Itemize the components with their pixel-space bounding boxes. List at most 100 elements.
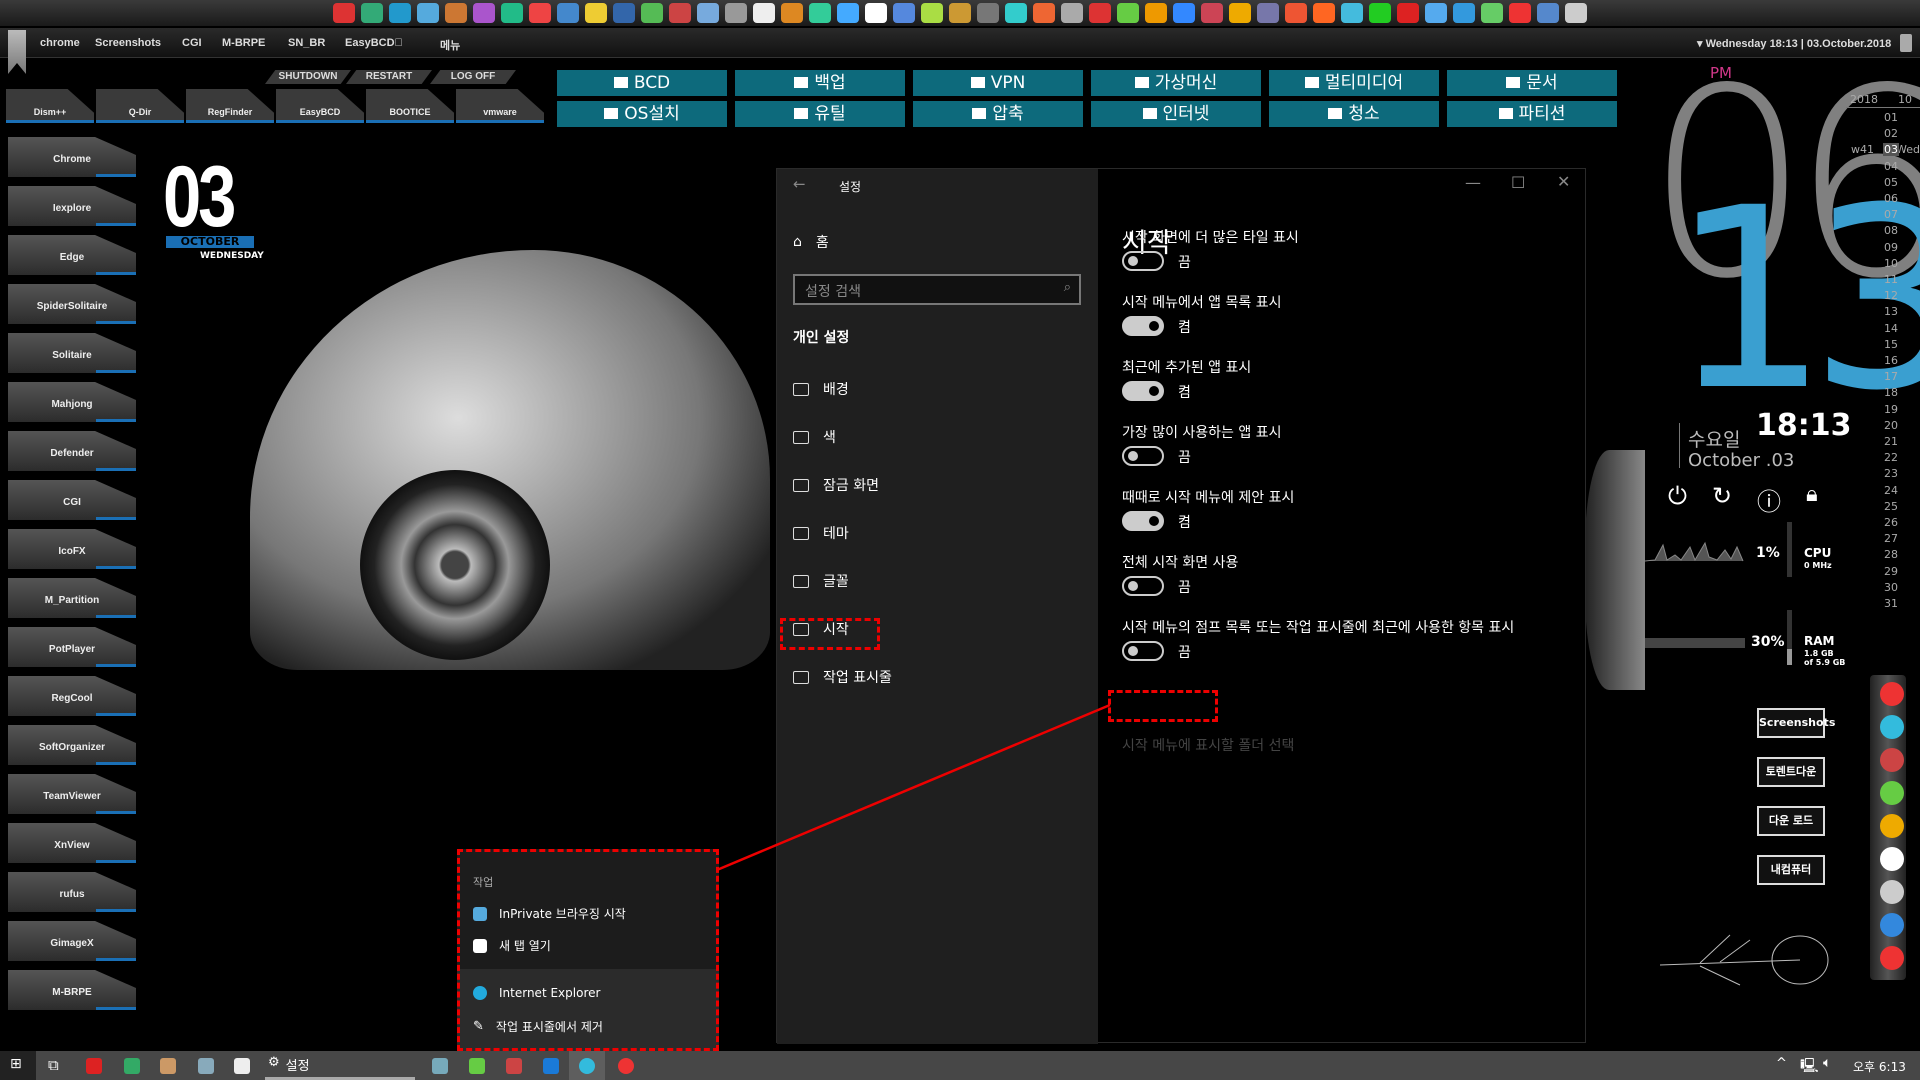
taskbar-settings[interactable]: ⚙ 설정 bbox=[268, 1055, 310, 1074]
calendar-day: 11 bbox=[1884, 273, 1898, 286]
folder-button[interactable]: 파티션 bbox=[1447, 101, 1617, 127]
calendar-day: 04 bbox=[1884, 159, 1898, 173]
folder-button[interactable]: 청소 bbox=[1269, 101, 1439, 127]
divider bbox=[1846, 107, 1920, 108]
taskbar: ⊞ ⧉ ⚙ 설정 ^ 🖳︎ 🔈︎ 오후 6:13 bbox=[0, 1051, 1920, 1080]
lock-icon[interactable]: 🔒︎ bbox=[1806, 482, 1818, 507]
calendar-day: 15 bbox=[1884, 337, 1898, 351]
edge-icon[interactable] bbox=[543, 1058, 559, 1074]
calendar-day: 24 bbox=[1884, 483, 1898, 497]
dock-app-icon[interactable] bbox=[1880, 682, 1904, 706]
folder-shortcut[interactable]: 다운 로드 bbox=[1757, 806, 1825, 836]
calendar-day: 21 bbox=[1884, 435, 1898, 448]
power-icon[interactable]: ⏻ bbox=[1668, 482, 1687, 510]
calendar-day: 08 bbox=[1884, 224, 1898, 238]
ram-used: 1.8 GB bbox=[1804, 649, 1834, 658]
calendar-day: 13 bbox=[1884, 305, 1898, 319]
app-icon[interactable] bbox=[86, 1058, 102, 1074]
calendar-day: 19 bbox=[1884, 402, 1898, 416]
logoff-icon[interactable]: ⓘ bbox=[1757, 482, 1781, 517]
folder-button[interactable]: 백업 bbox=[735, 70, 905, 96]
folder-icon bbox=[1498, 108, 1513, 119]
app-icon[interactable] bbox=[124, 1058, 140, 1074]
folder-button[interactable]: VPN bbox=[913, 70, 1083, 96]
task-view-icon[interactable]: ⧉ bbox=[48, 1056, 59, 1074]
clock-time: 18:13 bbox=[1756, 408, 1852, 443]
folder-shortcut[interactable]: Screenshots bbox=[1757, 708, 1835, 738]
chrome-icon[interactable] bbox=[618, 1058, 634, 1074]
calendar-day: 31 bbox=[1884, 597, 1898, 610]
jet-decoration bbox=[1660, 934, 1829, 986]
folder-button[interactable]: 인터넷 bbox=[1091, 101, 1261, 127]
calendar-day: 05 bbox=[1884, 175, 1898, 189]
folder-icon bbox=[970, 77, 985, 88]
folder-button[interactable]: 압축 bbox=[913, 101, 1083, 127]
ram-percent: 30% bbox=[1751, 634, 1785, 650]
folder-button[interactable]: 가상머신 bbox=[1091, 70, 1261, 96]
folder-button[interactable]: 유틸 bbox=[735, 101, 905, 127]
highlight-jump-list bbox=[457, 849, 719, 1051]
calendar-day: 18 bbox=[1884, 386, 1898, 400]
app-icon[interactable] bbox=[234, 1058, 250, 1074]
annotation-arrow bbox=[696, 703, 1111, 879]
calendar-day: 29 bbox=[1884, 564, 1898, 578]
calendar-year: 2018 bbox=[1850, 93, 1878, 106]
folder-button[interactable]: 문서 bbox=[1447, 70, 1617, 96]
restart-icon[interactable]: ↻ bbox=[1712, 482, 1732, 510]
dock-app-icon[interactable] bbox=[1880, 748, 1904, 772]
network-icon[interactable]: 🖳︎ bbox=[1800, 1055, 1819, 1079]
folder-button[interactable]: 멀티미디어 bbox=[1269, 70, 1439, 96]
dock-app-icon[interactable] bbox=[1880, 715, 1904, 739]
calendar-day: 16 bbox=[1884, 354, 1898, 367]
ie-icon bbox=[579, 1058, 595, 1074]
folder-shortcut[interactable]: 내컴퓨터 bbox=[1757, 855, 1825, 885]
folder-label: BCD bbox=[633, 73, 671, 93]
ram-bar bbox=[1787, 610, 1792, 665]
app-icon[interactable] bbox=[198, 1058, 214, 1074]
calendar-day: 25 bbox=[1884, 499, 1898, 513]
calendar-day: 10 bbox=[1884, 256, 1898, 270]
cpu-graph bbox=[1645, 541, 1744, 562]
folder-icon bbox=[972, 108, 987, 119]
volume-icon[interactable]: 🔈︎ bbox=[1823, 1055, 1831, 1071]
calendar-day: 30 bbox=[1884, 580, 1898, 594]
folder-icon bbox=[1304, 77, 1319, 88]
dock-app-icon[interactable] bbox=[1880, 880, 1904, 904]
ccleaner-icon[interactable] bbox=[506, 1058, 522, 1074]
ram-label: RAM bbox=[1804, 634, 1835, 648]
calendar-day: 17 bbox=[1884, 370, 1898, 384]
ie-taskbar-active[interactable] bbox=[569, 1051, 605, 1080]
calendar-day: 02 bbox=[1884, 127, 1898, 141]
dock-app-icon[interactable] bbox=[1880, 946, 1904, 970]
calendar-day: 06 bbox=[1884, 192, 1898, 205]
calendar-day: 26 bbox=[1884, 516, 1898, 529]
folder-label: 압축 bbox=[992, 104, 1024, 124]
dock-app-icon[interactable] bbox=[1880, 814, 1904, 838]
folder-button[interactable]: BCD bbox=[557, 70, 727, 96]
folder-button[interactable]: OS설치 bbox=[557, 101, 727, 127]
calendar-day: 22 bbox=[1884, 451, 1898, 465]
cpu-bar bbox=[1787, 522, 1792, 577]
calendar-week: w41 bbox=[1851, 143, 1874, 156]
folder-label: 파티션 bbox=[1518, 104, 1566, 124]
calendar-day: 03 bbox=[1883, 143, 1899, 157]
folder-shortcut[interactable]: 토렌트다운 bbox=[1757, 757, 1825, 787]
app-icon[interactable] bbox=[160, 1058, 176, 1074]
folder-icon bbox=[1142, 108, 1157, 119]
taskbar-settings-label: 설정 bbox=[285, 1059, 310, 1074]
folder-label: 청소 bbox=[1348, 104, 1380, 124]
ram-graph bbox=[1645, 638, 1745, 648]
dock-app-icon[interactable] bbox=[1880, 781, 1904, 805]
taskbar-clock[interactable]: 오후 6:13 bbox=[1853, 1058, 1906, 1075]
app-icon[interactable] bbox=[432, 1058, 448, 1074]
folder-icon bbox=[794, 77, 809, 88]
calendar-day: 23 bbox=[1884, 467, 1898, 481]
calendar-weekday: Wed bbox=[1896, 143, 1920, 156]
app-icon[interactable] bbox=[469, 1058, 485, 1074]
dock-app-icon[interactable] bbox=[1880, 847, 1904, 871]
divider bbox=[1679, 423, 1680, 468]
calendar-day: 12 bbox=[1884, 289, 1898, 303]
dock-app-icon[interactable] bbox=[1880, 913, 1904, 937]
start-button[interactable]: ⊞ bbox=[0, 1051, 36, 1080]
tray-chevron-icon[interactable]: ^ bbox=[1776, 1056, 1787, 1071]
